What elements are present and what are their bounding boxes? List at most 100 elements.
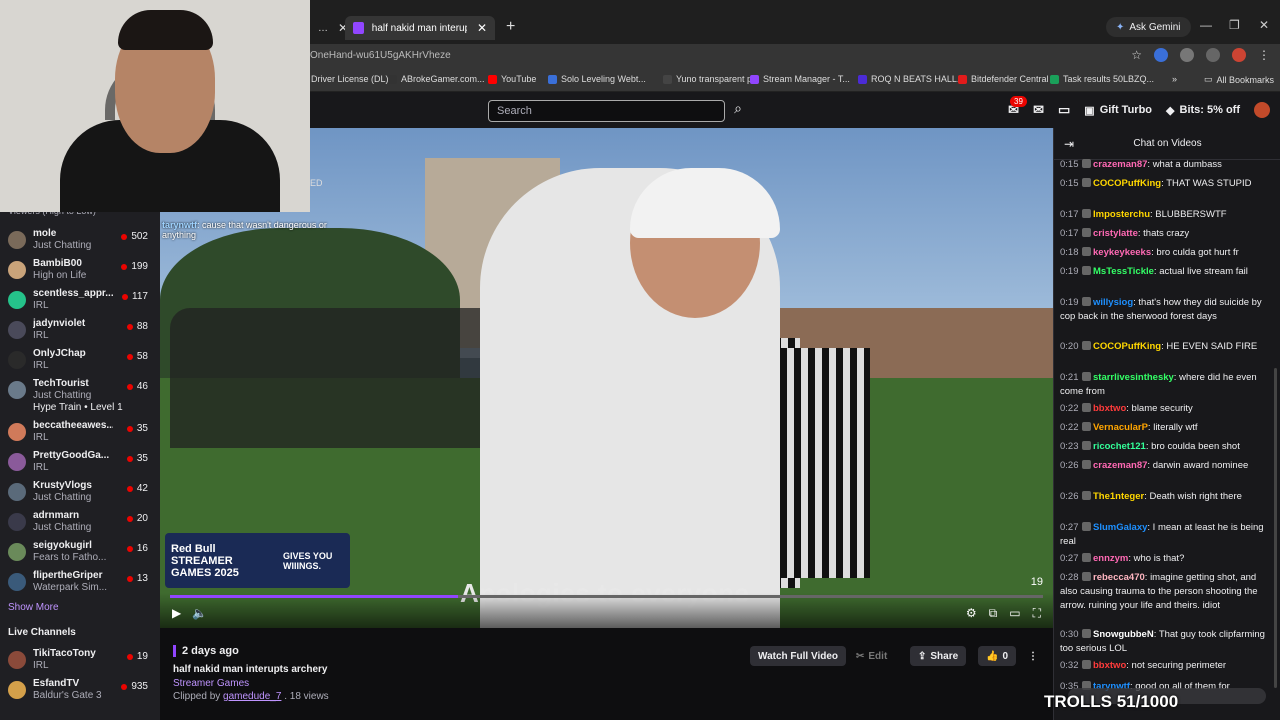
bookmark-item[interactable]: Yuno transparent p... xyxy=(663,74,760,84)
chat-timestamp[interactable]: 0:26 xyxy=(1060,490,1082,504)
sidebar-channel-item[interactable]: jadynviolet IRL 88 xyxy=(8,318,148,348)
chat-timestamp[interactable]: 0:15 xyxy=(1060,158,1082,172)
chat-username[interactable]: The1nteger xyxy=(1093,491,1144,502)
media-icon[interactable] xyxy=(1206,48,1220,62)
clip-icon[interactable]: ⧉ xyxy=(989,606,998,621)
sidebar-channel-item[interactable]: EsfandTV Baldur's Gate 3 935 xyxy=(8,678,148,708)
fullscreen-icon[interactable]: ⛶ xyxy=(1033,606,1041,621)
chat-timestamp[interactable]: 0:26 xyxy=(1060,459,1082,473)
search-icon[interactable]: ⌕ xyxy=(728,100,748,122)
chat-timestamp[interactable]: 0:15 xyxy=(1060,177,1082,191)
url-text[interactable]: OneHand-wu61U5gAKHrVheze xyxy=(310,50,451,61)
chat-timestamp[interactable]: 0:30 xyxy=(1060,628,1082,642)
chat-timestamp[interactable]: 0:19 xyxy=(1060,296,1082,310)
chat-timestamp[interactable]: 0:27 xyxy=(1060,552,1082,566)
sidebar-channel-item[interactable]: adrnmarn Just Chatting 20 xyxy=(8,510,148,540)
bookmark-item[interactable]: Bitdefender Central xyxy=(958,74,1049,84)
chat-username[interactable]: Imposterchu xyxy=(1093,209,1150,220)
chat-username[interactable]: cristylatte xyxy=(1093,228,1138,239)
chat-username[interactable]: crazeman87 xyxy=(1093,159,1147,170)
bookmark-item[interactable]: Driver License (DL)... xyxy=(298,74,396,84)
chat-username[interactable]: ennzym xyxy=(1093,553,1128,564)
chat-username[interactable]: rebecca470 xyxy=(1093,572,1145,583)
sidebar-channel-item[interactable]: PrettyGoodGa... IRL 35 xyxy=(8,450,148,480)
play-icon[interactable]: ▶ xyxy=(172,606,181,620)
extension-icon[interactable] xyxy=(1154,48,1168,62)
chat-timestamp[interactable]: 0:19 xyxy=(1060,265,1082,279)
profile-avatar-icon[interactable] xyxy=(1232,48,1246,62)
chat-username[interactable]: willysiog xyxy=(1093,297,1133,308)
edit-button[interactable]: ✂ Edit xyxy=(848,646,895,666)
gift-turbo-button[interactable]: ▣ Gift Turbo xyxy=(1084,104,1152,117)
game-link[interactable]: Streamer Games xyxy=(173,678,249,689)
new-tab-button[interactable]: + xyxy=(506,18,515,36)
bookmark-item[interactable]: YouTube xyxy=(488,74,536,84)
sidebar-channel-item[interactable]: KrustyVlogs Just Chatting 42 xyxy=(8,480,148,510)
more-bookmarks-icon[interactable]: » xyxy=(1172,74,1177,84)
bits-button[interactable]: ◆ Bits: 5% off xyxy=(1166,104,1240,117)
chat-username[interactable]: keykeykeeks xyxy=(1093,247,1151,258)
video-progress-bar[interactable] xyxy=(170,595,1043,598)
chat-timestamp[interactable]: 0:17 xyxy=(1060,227,1082,241)
chat-username[interactable]: COCOPuffKing xyxy=(1093,178,1161,189)
chat-timestamp[interactable]: 0:21 xyxy=(1060,371,1082,385)
chat-timestamp[interactable]: 0:22 xyxy=(1060,421,1082,435)
settings-gear-icon[interactable]: ⚙ xyxy=(966,606,977,621)
restore-icon[interactable]: ❐ xyxy=(1229,18,1240,32)
chat-timestamp[interactable]: 0:20 xyxy=(1060,340,1082,354)
show-more-link[interactable]: Show More xyxy=(8,602,59,613)
chat-timestamp[interactable]: 0:22 xyxy=(1060,402,1082,416)
bookmark-item[interactable]: ROQ N BEATS HALL... xyxy=(858,74,964,84)
ask-gemini-button[interactable]: ✦ Ask Gemini xyxy=(1106,17,1191,37)
clipper-link[interactable]: gamedude_7 xyxy=(223,691,281,702)
chat-username[interactable]: bbxtwo xyxy=(1093,403,1126,414)
collapse-chat-icon[interactable]: ⇥ xyxy=(1064,128,1074,160)
sidebar-channel-item[interactable]: flipertheGriper Waterpark Sim... 13 xyxy=(8,570,148,600)
all-bookmarks-button[interactable]: ▭ All Bookmarks xyxy=(1204,74,1274,85)
sidebar-channel-item[interactable]: beccatheeawes... IRL 35 xyxy=(8,420,148,450)
minimize-icon[interactable]: — xyxy=(1200,18,1212,32)
chat-bubble-icon[interactable]: ▭ xyxy=(1058,102,1070,118)
sidebar-channel-item[interactable]: scentless_appr... IRL 117 xyxy=(8,288,148,318)
theatre-mode-icon[interactable]: ▭ xyxy=(1009,606,1020,621)
chat-username[interactable]: COCOPuffKing xyxy=(1093,341,1161,352)
share-button[interactable]: ⇪ Share xyxy=(910,646,967,666)
chat-username[interactable]: MsTessTickle xyxy=(1093,266,1154,277)
chat-timestamp[interactable]: 0:23 xyxy=(1060,440,1082,454)
chat-username[interactable]: SnowgubbeN xyxy=(1093,629,1154,640)
chat-timestamp[interactable]: 0:27 xyxy=(1060,521,1082,535)
sidebar-channel-item[interactable]: BambiB00 High on Life 199 xyxy=(8,258,148,288)
bookmark-star-icon[interactable]: ☆ xyxy=(1131,48,1142,62)
browser-tab-active[interactable]: half nakid man interupts archery ✕ xyxy=(345,16,495,40)
volume-icon[interactable]: 🔈 xyxy=(192,606,207,620)
whispers-icon[interactable]: ✉ xyxy=(1033,102,1044,118)
user-avatar[interactable] xyxy=(1254,102,1270,118)
close-tab-icon[interactable]: ✕ xyxy=(477,21,487,35)
chat-timestamp[interactable]: 0:32 xyxy=(1060,659,1082,673)
chat-scrollbar[interactable] xyxy=(1274,368,1277,688)
chat-timestamp[interactable]: 0:28 xyxy=(1060,571,1082,585)
chat-timestamp[interactable]: 0:17 xyxy=(1060,208,1082,222)
close-window-icon[interactable]: ✕ xyxy=(1259,18,1269,32)
sidebar-channel-item[interactable]: seigyokugirl Fears to Fatho... 16 xyxy=(8,540,148,570)
search-input[interactable]: Search xyxy=(488,100,725,122)
extensions-puzzle-icon[interactable] xyxy=(1180,48,1194,62)
chat-timestamp[interactable]: 0:18 xyxy=(1060,246,1082,260)
chat-username[interactable]: bbxtwo xyxy=(1093,660,1126,671)
bookmark-item[interactable]: ABrokeGamer.com... xyxy=(388,74,485,84)
chat-username[interactable]: SlumGalaxy xyxy=(1093,522,1147,533)
bookmark-item[interactable]: Stream Manager - T... xyxy=(750,74,850,84)
chat-username[interactable]: starrlivesinthesky xyxy=(1093,372,1174,383)
chat-username[interactable]: crazeman87 xyxy=(1093,460,1147,471)
chat-username[interactable]: VernacularP xyxy=(1093,422,1148,433)
sidebar-channel-item[interactable]: TikiTacoTony IRL 19 xyxy=(8,648,148,678)
bookmark-item[interactable]: Task results 50LBZQ... xyxy=(1050,74,1154,84)
more-options-icon[interactable]: ⋮ xyxy=(1020,646,1046,666)
sidebar-channel-item[interactable]: mole Just Chatting 502 xyxy=(8,228,148,258)
bookmark-item[interactable]: Solo Leveling Webt... xyxy=(548,74,646,84)
like-button[interactable]: 👍 0 xyxy=(978,646,1017,666)
browser-menu-icon[interactable]: ⋮ xyxy=(1258,48,1270,62)
chat-username[interactable]: ricochet121 xyxy=(1093,441,1146,452)
sidebar-channel-item[interactable]: OnlyJChap IRL 58 xyxy=(8,348,148,378)
watch-full-video-button[interactable]: Watch Full Video xyxy=(750,646,847,666)
